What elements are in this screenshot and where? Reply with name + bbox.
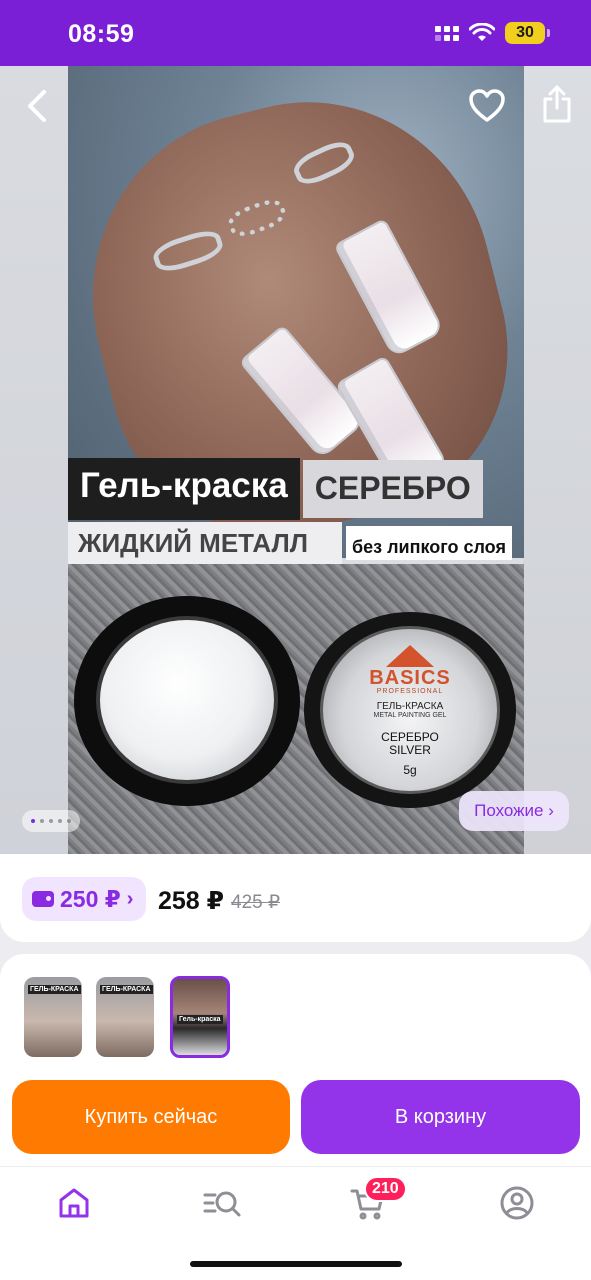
jar-product-sub: METAL PAINTING GEL: [373, 712, 447, 719]
home-icon: [59, 1188, 89, 1218]
variant-thumbnail[interactable]: ГЕЛЬ-КРАСКА: [96, 977, 154, 1057]
wallet-icon: [32, 891, 54, 907]
share-icon: [543, 85, 571, 123]
product-title-main: Гель-краска: [68, 458, 300, 520]
profile-icon: [500, 1186, 534, 1220]
product-title-color: СЕРЕБРО: [302, 460, 483, 518]
thumbnail-caption: ГЕЛЬ-КРАСКА: [100, 985, 153, 994]
carousel-dot[interactable]: [31, 819, 35, 823]
jar-brand-sub: PROFESSIONAL: [376, 688, 444, 695]
wifi-icon: [469, 23, 495, 41]
cart-count-badge: 210: [364, 1176, 407, 1202]
heart-icon: [469, 89, 505, 122]
jar-lid: BASICS PROFESSIONAL ГЕЛЬ-КРАСКА METAL PA…: [304, 612, 516, 808]
carousel-dot[interactable]: [40, 819, 44, 823]
chevron-left-icon: [28, 90, 46, 122]
share-button[interactable]: [540, 84, 574, 124]
old-price: 425 ₽: [231, 892, 281, 913]
brand-logo-icon: [386, 645, 434, 667]
product-subtitle-note: без липкого слоя: [346, 526, 512, 560]
current-price: 258 ₽: [158, 887, 225, 915]
variant-thumbnail-selected[interactable]: Гель-краска: [170, 976, 230, 1058]
price-card: 250 ₽ › 258 ₽ 425 ₽: [0, 854, 591, 942]
tab-catalog[interactable]: [202, 1183, 242, 1223]
jar-product-name: ГЕЛЬ-КРАСКА: [376, 701, 444, 712]
back-button[interactable]: [20, 86, 56, 126]
bonus-price: 250 ₽: [60, 885, 121, 912]
product-title-banner: Гель-краска СЕРЕБРО: [68, 458, 483, 520]
carousel-dot[interactable]: [58, 819, 62, 823]
status-bar: 08:59 30: [0, 0, 591, 66]
open-jar: [74, 596, 300, 806]
favorite-button[interactable]: [468, 88, 506, 124]
status-icons: 30: [435, 22, 550, 44]
battery-icon: 30: [505, 22, 550, 44]
buy-now-button[interactable]: Купить сейчас: [12, 1080, 290, 1154]
jars-photo: BASICS PROFESSIONAL ГЕЛЬ-КРАСКА METAL PA…: [68, 564, 524, 854]
carousel-indicator[interactable]: [22, 810, 80, 832]
gel-surface: [96, 616, 278, 784]
product-subtitle: ЖИДКИЙ МЕТАЛЛ: [68, 522, 342, 564]
thumbnail-caption: ГЕЛЬ-КРАСКА: [28, 985, 81, 994]
add-to-cart-button[interactable]: В корзину: [301, 1080, 580, 1154]
jar-weight: 5g: [403, 763, 417, 777]
battery-level: 30: [516, 24, 534, 41]
home-indicator: [190, 1261, 402, 1267]
jar-color-en: SILVER: [389, 743, 431, 757]
tab-profile[interactable]: [497, 1183, 537, 1223]
jar-label: BASICS PROFESSIONAL ГЕЛЬ-КРАСКА METAL PA…: [320, 626, 500, 794]
gallery-backdrop-left: [0, 66, 68, 854]
status-time: 08:59: [68, 20, 135, 48]
carousel-dot[interactable]: [67, 819, 71, 823]
gallery-backdrop-right: [523, 66, 591, 854]
catalog-search-icon: [203, 1191, 241, 1217]
tab-home[interactable]: [54, 1183, 94, 1223]
product-subtitle-banner: ЖИДКИЙ МЕТАЛЛ без липкого слоя: [68, 522, 512, 564]
chevron-right-icon: ›: [126, 887, 134, 910]
product-gallery[interactable]: Гель-краска СЕРЕБРО ЖИДКИЙ МЕТАЛЛ без ли…: [0, 66, 591, 854]
jar-brand: BASICS: [369, 667, 451, 689]
cellular-signal-icon: [435, 25, 459, 41]
carousel-dot[interactable]: [49, 819, 53, 823]
product-photo[interactable]: Гель-краска СЕРЕБРО ЖИДКИЙ МЕТАЛЛ без ли…: [68, 66, 524, 854]
variant-thumbnail[interactable]: ГЕЛЬ-КРАСКА: [24, 977, 82, 1057]
bonus-price-pill[interactable]: 250 ₽ ›: [22, 877, 146, 921]
similar-button[interactable]: Похожие ›: [459, 791, 569, 831]
thumbnail-caption: Гель-краска: [177, 1015, 223, 1024]
